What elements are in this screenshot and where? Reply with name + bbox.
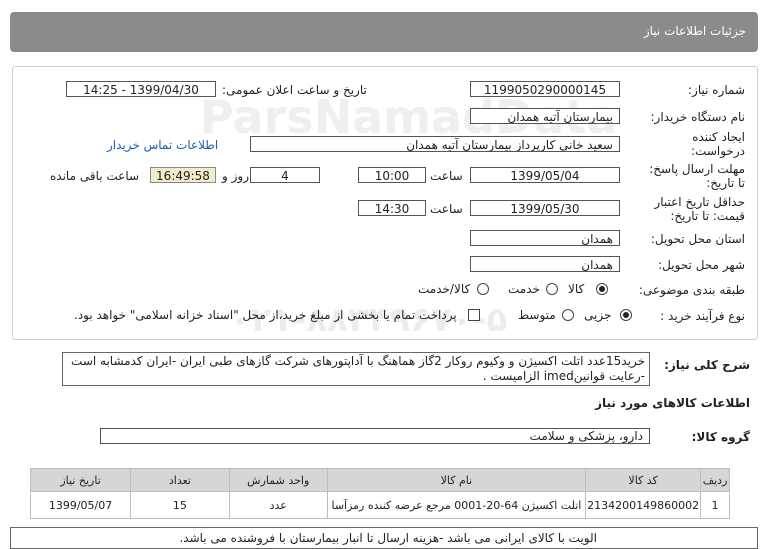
validity-time-field: 14:30 xyxy=(358,200,426,216)
buyer-label: نام دستگاه خریدار: xyxy=(650,110,746,124)
deadline-date-field: 1399/05/04 xyxy=(470,167,620,183)
col-name: نام کالا xyxy=(326,468,587,492)
city-field: همدان xyxy=(470,256,620,272)
description-label: شرح کلی نیاز: xyxy=(664,358,750,372)
validity-time-label: ساعت xyxy=(430,202,463,216)
category-option-service: خدمت xyxy=(508,282,540,296)
page-title: جزئیات اطلاعات نیاز xyxy=(643,24,746,38)
table-row[interactable]: 1 2134200149860002 اتلت اکسیژن 64-20-000… xyxy=(29,491,730,519)
buyer-note: الویت با کالای ایرانی می باشد -هزینه ارس… xyxy=(10,527,758,549)
deadline-label-line1: مهلت ارسال پاسخ: xyxy=(649,162,745,176)
header-bar: جزئیات اطلاعات نیاز xyxy=(10,12,758,52)
goods-table: ردیف کد کالا نام کالا واحد شمارش تعداد ت… xyxy=(29,468,730,519)
row-code: 2134200149860002 xyxy=(585,491,702,519)
deadline-time-field: 10:00 xyxy=(358,167,426,183)
province-field: همدان xyxy=(470,230,620,246)
buyer-field: بیمارستان آتیه همدان xyxy=(470,108,620,124)
creator-label-line2: درخواست: xyxy=(691,144,745,158)
category-radio-service[interactable] xyxy=(546,283,558,295)
goods-group-label: گروه کالا: xyxy=(691,430,750,444)
row-unit: عدد xyxy=(228,491,328,519)
validity-label-line2: قیمت: تا تاریخ: xyxy=(670,209,745,223)
treasury-payment-note: پرداخت تمام یا بخشی از مبلغ خرید،از محل … xyxy=(74,308,457,322)
category-label: طبقه بندی موضوعی: xyxy=(638,283,745,297)
validity-label-line1: حداقل تاریخ اعتبار xyxy=(654,195,745,209)
need-number-label: شماره نیاز: xyxy=(688,83,745,97)
col-qty: تعداد xyxy=(130,468,230,492)
row-date: 1399/05/07 xyxy=(29,491,132,519)
goods-section-title: اطلاعات کالاهای مورد نیاز xyxy=(595,396,750,410)
col-code: کد کالا xyxy=(585,468,702,492)
need-number-field: 1199050290000145 xyxy=(470,81,620,97)
remaining-time-field: 16:49:58 xyxy=(150,167,216,183)
row-index: 1 xyxy=(700,491,730,519)
days-label: روز و xyxy=(222,169,249,183)
col-date: تاریخ نیاز xyxy=(29,468,132,492)
process-radio-medium[interactable] xyxy=(562,309,574,321)
category-radio-goods-service[interactable] xyxy=(477,283,489,295)
category-option-goods-service: کالا/خدمت xyxy=(418,282,471,296)
category-radio-goods[interactable] xyxy=(596,283,608,295)
treasury-payment-checkbox[interactable] xyxy=(468,309,480,321)
process-radio-minor[interactable] xyxy=(620,309,632,321)
description-box: خرید15عدد اتلت اکسیژن و وکیوم روکار 2گاز… xyxy=(62,352,650,386)
creator-label-line1: ایجاد کننده xyxy=(692,130,745,144)
deadline-label-line2: تا تاریخ: xyxy=(706,176,745,190)
contact-buyer-link[interactable]: اطلاعات تماس خریدار xyxy=(107,138,218,152)
remaining-time-label: ساعت باقی مانده xyxy=(50,169,140,183)
category-option-goods: کالا xyxy=(568,282,585,296)
announce-date-field: 1399/04/30 - 14:25 xyxy=(66,81,216,97)
province-label: استان محل تحویل: xyxy=(650,232,745,246)
col-unit: واحد شمارش xyxy=(228,468,328,492)
deadline-time-label: ساعت xyxy=(430,169,463,183)
city-label: شهر محل تحویل: xyxy=(658,258,745,272)
row-qty: 15 xyxy=(130,491,230,519)
col-index: ردیف xyxy=(700,468,730,492)
process-option-medium: متوسط xyxy=(518,308,556,322)
row-name: اتلت اکسیژن 64-20-0001 مرجع عرضه کننده ر… xyxy=(326,491,587,519)
validity-date-field: 1399/05/30 xyxy=(470,200,620,216)
goods-table-header: ردیف کد کالا نام کالا واحد شمارش تعداد ت… xyxy=(29,468,730,492)
days-remaining-field: 4 xyxy=(250,167,320,183)
creator-field: سعید خانی کارپرداز بیمارستان آتیه همدان xyxy=(250,136,620,152)
process-label: نوع فرآیند خرید : xyxy=(660,309,745,323)
process-option-minor: جزیی xyxy=(584,308,612,322)
goods-group-field: دارو، پزشکی و سلامت xyxy=(100,428,650,444)
announce-date-label: تاریخ و ساعت اعلان عمومی: xyxy=(222,83,367,97)
